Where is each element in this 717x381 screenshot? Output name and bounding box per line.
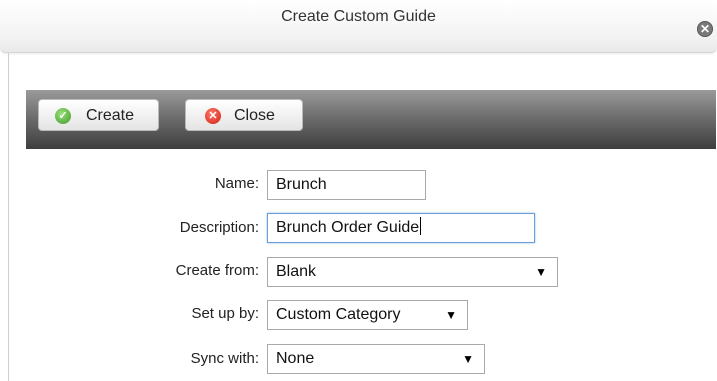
close-button[interactable]: ✕ Close: [185, 99, 303, 131]
name-field-value: Brunch: [276, 176, 327, 193]
sync-with-value: None: [276, 350, 315, 367]
description-field[interactable]: Brunch Order Guide: [267, 213, 535, 243]
name-field[interactable]: Brunch: [267, 170, 426, 200]
dialog-titlebar: Create Custom Guide ✕: [0, 0, 717, 53]
text-caret: [420, 217, 422, 235]
description-field-value: Brunch Order Guide: [276, 219, 420, 236]
close-button-label: Close: [234, 107, 275, 124]
close-dialog-icon[interactable]: ✕: [697, 21, 713, 37]
dialog-left-border: [8, 53, 9, 381]
sync-with-label: Sync with:: [190, 350, 259, 367]
create-button[interactable]: ✓ Create: [38, 99, 159, 131]
action-toolbar: ✓ Create ✕ Close: [26, 90, 716, 149]
create-from-label: Create from:: [175, 262, 259, 279]
dropdown-arrow-icon: ▼: [462, 352, 474, 366]
description-label: Description:: [179, 219, 259, 236]
dialog-title: Create Custom Guide: [281, 8, 436, 25]
dropdown-arrow-icon: ▼: [445, 308, 457, 322]
create-button-label: Create: [86, 107, 135, 124]
dropdown-arrow-icon: ▼: [535, 265, 547, 279]
create-from-select[interactable]: Blank ▼: [267, 257, 558, 287]
check-circle-icon: ✓: [55, 108, 71, 124]
sync-with-select[interactable]: None ▼: [267, 344, 485, 374]
create-from-value: Blank: [276, 263, 317, 280]
set-up-by-select[interactable]: Custom Category ▼: [267, 300, 468, 330]
name-label: Name:: [214, 175, 259, 192]
set-up-by-value: Custom Category: [276, 306, 401, 323]
x-circle-icon: ✕: [205, 108, 221, 124]
set-up-by-label: Set up by:: [191, 305, 259, 322]
